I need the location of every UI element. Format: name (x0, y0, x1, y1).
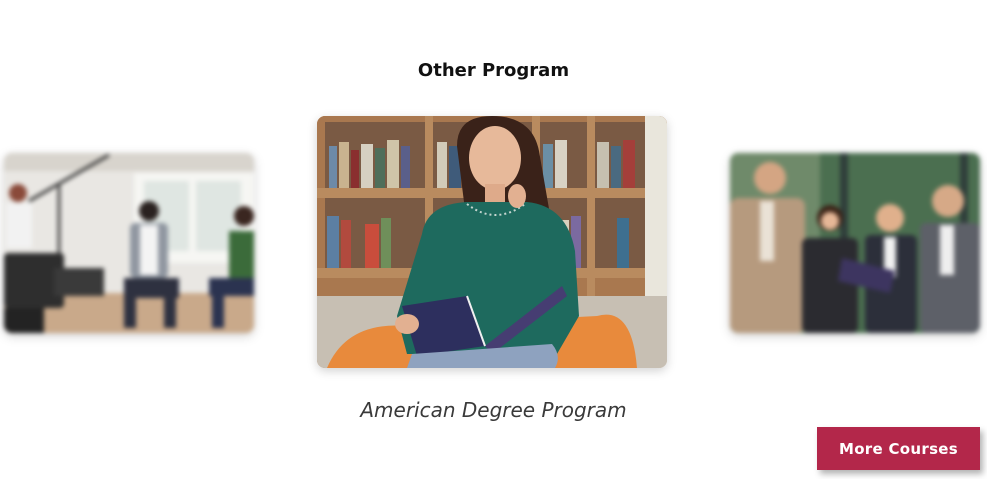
active-slide-caption: American Degree Program (360, 398, 627, 422)
section-title: Other Program (417, 60, 570, 81)
other-program-section: Other Program American Degree Program Mo… (0, 0, 987, 479)
film-studio-image (4, 153, 254, 333)
student-reading-library-image (317, 116, 667, 368)
carousel-slide-active[interactable] (317, 116, 667, 368)
business-team-image (730, 153, 980, 333)
more-courses-button[interactable]: More Courses (817, 427, 980, 470)
carousel-slide-previous[interactable] (4, 153, 254, 333)
carousel-slide-next[interactable] (730, 153, 980, 333)
